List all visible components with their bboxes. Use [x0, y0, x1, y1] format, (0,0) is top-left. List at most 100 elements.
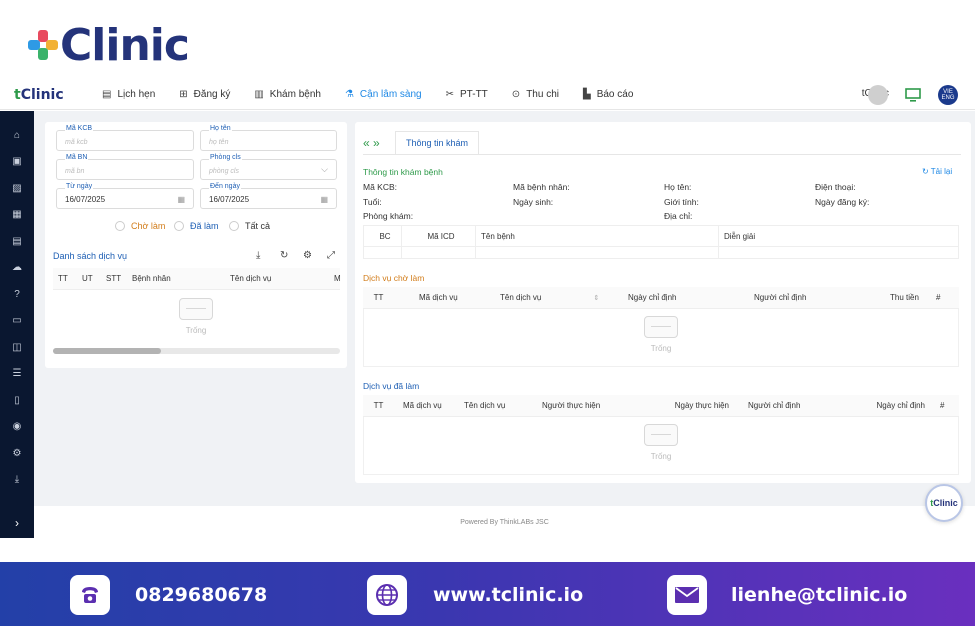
col-header[interactable]: Tên dịch vụ [225, 268, 329, 289]
nav-label: Thu chi [526, 89, 559, 100]
nav-item-thu-chi[interactable]: ⊙ Thu chi [504, 80, 567, 110]
money-icon[interactable]: ◫ [0, 334, 34, 361]
reload-button[interactable]: ↻ Tải lại [922, 167, 952, 176]
label-phong-kham: Phòng khám: [363, 211, 414, 221]
horizontal-scrollbar[interactable] [53, 348, 340, 354]
col-header[interactable]: Tên bệnh [476, 226, 719, 246]
nav-item-pt-tt[interactable]: ✂ PT-TT [438, 80, 496, 110]
nav-item-lich-hen[interactable]: ▤ Lịch hẹn [94, 80, 163, 110]
label-ngay-dang-ky: Ngày đăng ký: [815, 197, 870, 207]
help-icon[interactable]: ? [0, 281, 34, 308]
col-header[interactable]: Tên dịch vụ [459, 395, 537, 416]
sidebar-expand-icon[interactable]: › [0, 508, 34, 538]
user-circle-icon[interactable]: ◉ [0, 414, 34, 441]
col-header[interactable]: Diễn giải [719, 226, 958, 246]
table-icon[interactable]: ▦ [0, 202, 34, 229]
col-header[interactable]: Người chỉ định [749, 287, 885, 308]
done-table-header: TT Mã dịch vụ Tên dịch vụ Người thực hiệ… [363, 395, 959, 417]
empty-text: Trống [650, 452, 672, 461]
label-ngay-sinh: Ngày sinh: [513, 197, 554, 207]
id-card-icon[interactable]: ▣ [0, 149, 34, 176]
col-header[interactable]: TT [53, 268, 77, 289]
chat-fab-button[interactable]: t Clinic [925, 484, 963, 522]
nav-item-dang-ky[interactable]: ⊞ Đăng ký [171, 80, 238, 110]
empty-text: Trống [185, 326, 207, 335]
list-icon[interactable]: ☰ [0, 361, 34, 388]
home-icon[interactable]: ⌂ [0, 122, 34, 149]
label-ho-ten: Họ tên: [664, 182, 692, 192]
col-header[interactable]: STT [101, 268, 127, 289]
reload-label: Tải lại [930, 167, 953, 176]
contact-email[interactable]: lienhe@tclinic.io [731, 584, 907, 606]
label-ma-benh-nhan: Mã bệnh nhân: [513, 182, 570, 192]
avatar[interactable] [868, 85, 888, 105]
brand-name: Clinic [60, 19, 190, 71]
nav-item-kham-benh[interactable]: ▥ Khám bệnh [246, 80, 329, 110]
calendar-icon: ▤ [102, 89, 112, 100]
settings-icon[interactable]: ⚙ [0, 440, 34, 467]
radio-da-lam[interactable]: Đã làm [174, 221, 219, 231]
refresh-icon[interactable]: ↻ [280, 250, 288, 261]
scrollbar-thumb[interactable] [53, 348, 161, 354]
col-header[interactable]: Người thực hiện [537, 395, 641, 416]
download-icon[interactable]: ⤓ [0, 467, 34, 494]
col-header[interactable]: TT [363, 395, 389, 416]
file-icon[interactable]: ▯ [0, 387, 34, 414]
nav-label: Báo cáo [596, 89, 634, 100]
ho-ten-field[interactable]: Họ tên họ tên [200, 125, 337, 151]
col-header[interactable]: M [329, 268, 341, 289]
settings-icon[interactable]: ⚙ [303, 250, 312, 261]
phong-cls-select[interactable]: Phòng cls phòng cls ⌵ [200, 154, 337, 180]
col-header[interactable]: TT [363, 287, 389, 308]
contact-website[interactable]: www.tclinic.io [433, 584, 583, 606]
col-header[interactable]: Người chỉ định [743, 395, 849, 416]
col-header[interactable]: Bệnh nhân [127, 268, 225, 289]
detail-tabbar: « » Thông tin khám [363, 131, 480, 154]
col-header[interactable]: Ngày chỉ định [849, 395, 935, 416]
pending-empty-state: Trống [635, 316, 687, 353]
tab-thong-tin-kham[interactable]: Thông tin khám [395, 131, 480, 154]
download-icon[interactable]: ⤓ [256, 250, 260, 261]
label-dia-chi: Địa chỉ: [664, 211, 693, 221]
col-header-sortable[interactable]: Tên dịch vụ ⇕ [495, 287, 623, 308]
tu-ngay-field[interactable]: Từ ngày 16/07/2025 ▦ [56, 183, 194, 209]
col-header[interactable]: Mã dịch vụ [389, 287, 495, 308]
col-header[interactable]: # [931, 287, 951, 308]
radio-tat-ca[interactable]: Tất cả [229, 221, 270, 231]
done-empty-state: Trống [635, 424, 687, 461]
den-ngay-field[interactable]: Đến ngày 16/07/2025 ▦ [200, 183, 337, 209]
cloud-icon[interactable]: ☁ [0, 255, 34, 282]
contact-phone[interactable]: 0829680678 [135, 584, 267, 606]
col-header[interactable]: Mã dịch vụ [389, 395, 459, 416]
cross-logo-icon [28, 30, 58, 60]
list-alt-icon[interactable]: ▤ [0, 228, 34, 255]
col-header[interactable]: Mã ICD [402, 226, 476, 246]
globe-icon [367, 575, 407, 615]
radio-cho-lam[interactable]: Chờ làm [115, 221, 165, 231]
col-header[interactable]: Thu tiền [885, 287, 931, 308]
ma-bn-field[interactable]: Mã BN mã bn [56, 154, 194, 180]
ma-kcb-field[interactable]: Mã KCB mã kcb [56, 125, 194, 151]
empty-inbox-icon [644, 424, 678, 446]
plus-square-icon: ⊞ [179, 89, 188, 100]
radio-circle [115, 221, 125, 231]
nav-item-can-lam-sang[interactable]: ⚗ Cận lâm sàng [337, 80, 430, 110]
card-icon[interactable]: ▭ [0, 308, 34, 335]
col-header[interactable]: BC [364, 226, 402, 246]
sidebar: ⌂ ▣ ▨ ▦ ▤ ☁ ? ▭ ◫ ☰ ▯ ◉ ⚙ ⤓ › [0, 111, 34, 538]
col-header[interactable]: Ngày thực hiện [641, 395, 743, 416]
nav-item-bao-cao[interactable]: ▙ Báo cáo [575, 80, 641, 110]
col-header[interactable]: Ngày chỉ định [623, 287, 749, 308]
service-list-title: Danh sách dịch vụ [53, 251, 128, 261]
fullscreen-icon[interactable]: ⤢ [327, 250, 335, 261]
nav-logo-mark: t [14, 86, 21, 103]
service-table-header: TT UT STT Bệnh nhân Tên dịch vụ M [53, 268, 341, 290]
collapse-arrows-icon[interactable]: « » [363, 136, 395, 150]
nav-logo[interactable]: tClinic [14, 87, 86, 103]
col-header[interactable]: # [935, 395, 957, 416]
label-dien-thoai: Điện thoại: [815, 182, 856, 192]
col-header[interactable]: UT [77, 268, 101, 289]
language-switch-icon[interactable]: VIE ENG [938, 85, 958, 105]
monitor-icon[interactable] [904, 86, 922, 104]
image-icon[interactable]: ▨ [0, 175, 34, 202]
